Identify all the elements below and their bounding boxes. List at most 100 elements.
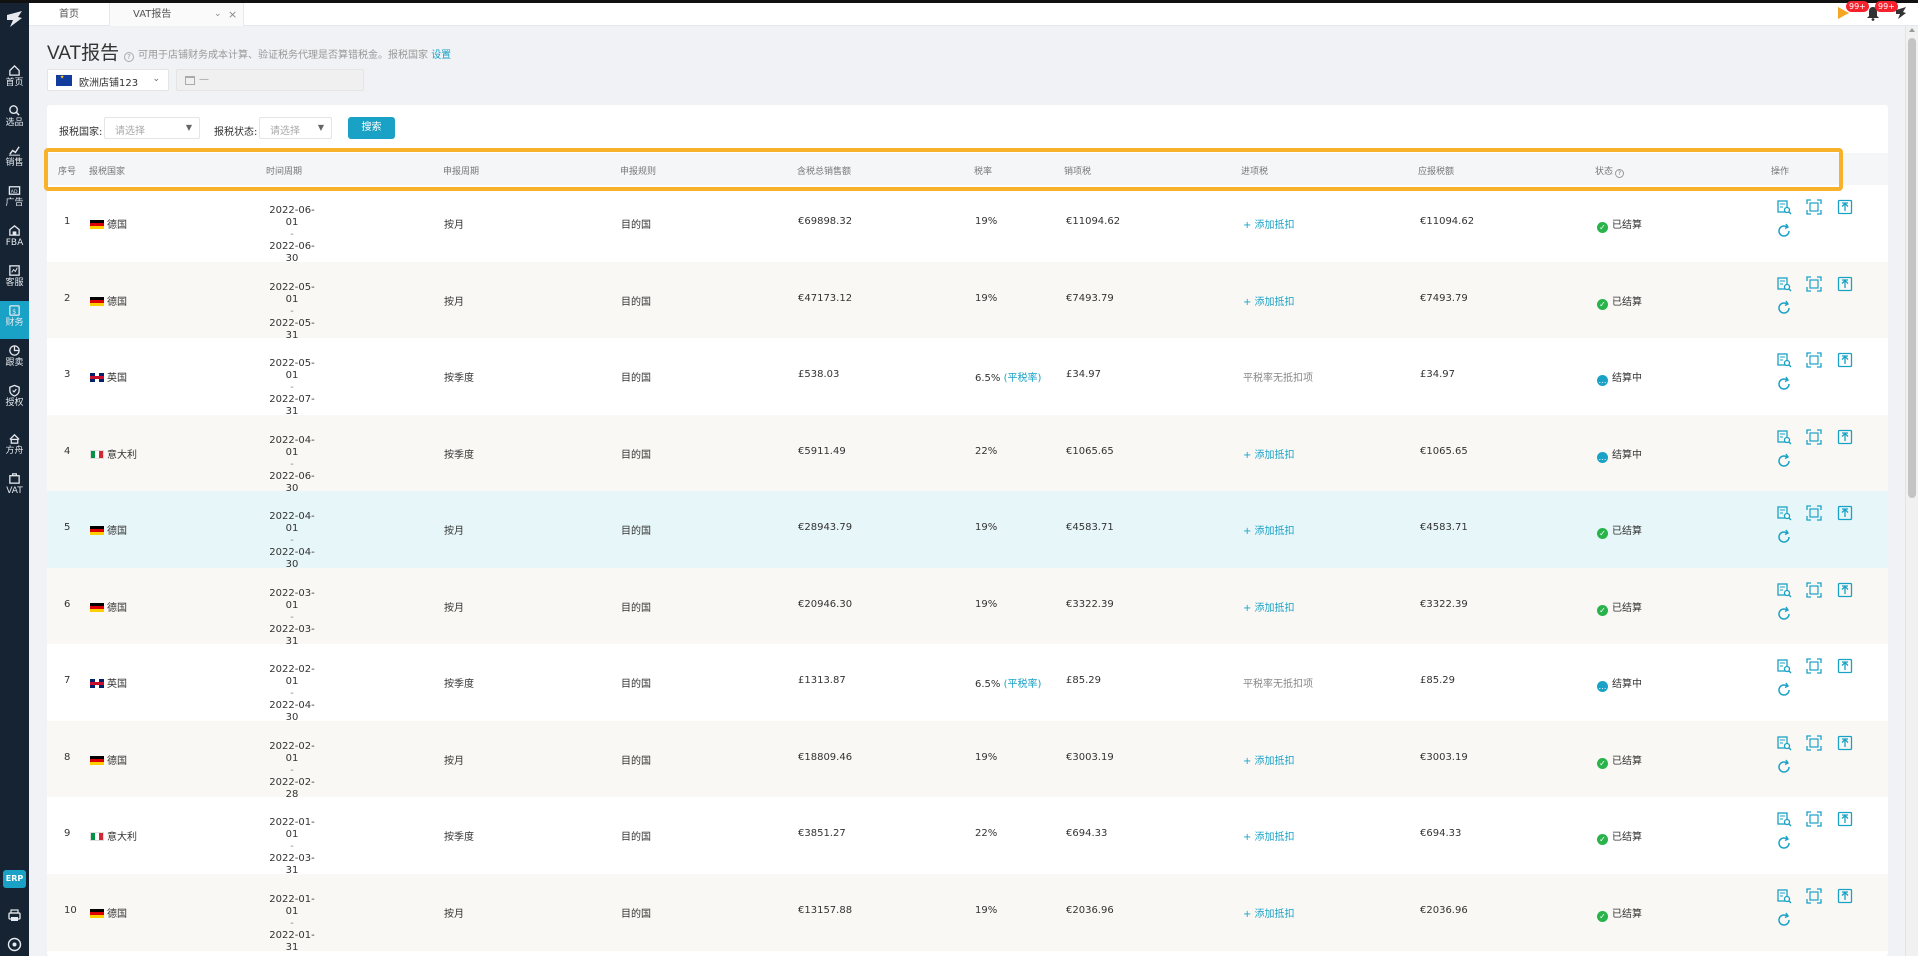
view-detail-icon[interactable] — [1776, 582, 1792, 598]
view-detail-icon[interactable] — [1776, 352, 1792, 368]
view-detail-icon[interactable] — [1776, 429, 1792, 445]
view-detail-icon[interactable] — [1776, 888, 1792, 904]
scan-icon[interactable] — [1806, 428, 1822, 445]
table-row[interactable]: 3 英国 2022-05-01-2022-07-31 按季度 目的国 £538.03 6.5… — [47, 338, 1888, 418]
upload-icon[interactable] — [1837, 199, 1853, 215]
sidebar-item-1[interactable]: 选品 — [0, 101, 29, 139]
view-detail-icon[interactable] — [1776, 658, 1792, 674]
sidebar-item-5[interactable]: 客服 — [0, 261, 29, 299]
scan-icon[interactable] — [1806, 734, 1822, 751]
flat-rate-link[interactable]: (平税率) — [1004, 373, 1042, 384]
scan-icon[interactable] — [1806, 352, 1822, 368]
sidebar-item-8[interactable]: 授权 — [0, 381, 29, 419]
add-deduction-link[interactable]: + 添加抵扣 — [1243, 752, 1295, 767]
scan-icon[interactable] — [1806, 658, 1822, 674]
sidebar-item-6[interactable]: $ 财务 — [0, 301, 29, 339]
table-row[interactable]: 4 意大利 2022-04-01-2022-06-30 按季度 目的国 €5911.49 2… — [47, 414, 1888, 494]
scan-icon[interactable] — [1806, 199, 1822, 215]
sidebar-item-3[interactable]: AD 广告 — [0, 181, 29, 219]
upload-icon[interactable] — [1837, 888, 1853, 904]
upload-icon[interactable] — [1837, 352, 1853, 368]
row-payable: €2036.96 — [1420, 904, 1468, 916]
scan-icon[interactable] — [1806, 811, 1822, 827]
erp-button[interactable]: ERP — [3, 870, 26, 888]
upload-icon[interactable] — [1837, 735, 1853, 751]
app-logo-icon[interactable] — [4, 9, 25, 29]
refresh-icon[interactable] — [1776, 529, 1792, 545]
add-deduction-link[interactable]: + 添加抵扣 — [1243, 828, 1295, 843]
upload-icon[interactable] — [1837, 276, 1853, 292]
table-row[interactable]: 10 德国 2022-01-01-2022-01-31 按月 目的国 €13157.88 1… — [47, 873, 1888, 953]
help-circle-icon[interactable]: ? — [1615, 169, 1625, 178]
refresh-icon[interactable] — [1776, 376, 1792, 392]
refresh-icon[interactable] — [1776, 606, 1792, 622]
refresh-icon[interactable] — [1776, 835, 1792, 851]
add-deduction-link[interactable]: + 添加抵扣 — [1243, 293, 1295, 308]
hint-settings-link[interactable]: 设置 — [431, 50, 451, 61]
tab-home[interactable]: 首页 — [29, 3, 109, 26]
tab-vat-report[interactable]: VAT报告 ⌄ × — [109, 3, 244, 26]
chevron-down-icon[interactable]: ⌄ — [214, 3, 222, 26]
row-sales: €13157.88 — [798, 904, 853, 916]
col-rate: 税率 — [974, 167, 993, 177]
refresh-icon[interactable] — [1776, 759, 1792, 775]
view-detail-icon[interactable] — [1776, 735, 1792, 751]
scan-icon[interactable] — [1806, 887, 1822, 904]
help-icon[interactable] — [7, 937, 22, 952]
table-row[interactable]: 9 意大利 2022-01-01-2022-03-31 按季度 目的国 €3851.27 2… — [47, 797, 1888, 876]
sidebar-item-4[interactable]: FBA — [0, 221, 29, 259]
country-filter-select[interactable]: 请选择 ▼ — [104, 117, 200, 139]
upload-icon[interactable] — [1837, 505, 1853, 521]
add-deduction-link[interactable]: + 添加抵扣 — [1243, 905, 1295, 920]
period-separator: - — [290, 764, 294, 776]
sidebar-item-10[interactable]: VAT — [0, 469, 29, 507]
view-detail-icon[interactable] — [1776, 811, 1792, 827]
upload-icon[interactable] — [1837, 582, 1853, 598]
sidebar-item-9[interactable]: 方舟 — [0, 429, 29, 467]
sidebar-item-7[interactable]: 跟卖 — [0, 341, 29, 379]
scan-icon[interactable] — [1806, 581, 1822, 598]
scroll-up-arrow-icon[interactable] — [1909, 28, 1915, 32]
page-scrollbar[interactable] — [1905, 26, 1918, 956]
row-country: 英国 — [90, 369, 127, 384]
table-row[interactable]: 1 德国 2022-06-01-2022-06-30 按月 目的国 €69898.32 19… — [47, 185, 1888, 264]
upload-icon[interactable] — [1837, 429, 1853, 445]
upload-icon[interactable] — [1837, 811, 1853, 827]
row-index: 8 — [64, 751, 71, 763]
table-row[interactable]: 2 德国 2022-05-01-2022-05-31 按月 目的国 €47173.12 19… — [47, 261, 1888, 341]
sidebar-item-label: FBA — [5, 238, 24, 248]
flat-rate-link[interactable]: (平税率) — [1004, 679, 1042, 690]
scan-icon[interactable] — [1806, 275, 1822, 292]
refresh-icon[interactable] — [1776, 300, 1792, 316]
add-deduction-link[interactable]: + 添加抵扣 — [1243, 446, 1295, 461]
sidebar-item-2[interactable]: 销售 — [0, 141, 29, 179]
close-icon[interactable]: × — [228, 3, 237, 26]
add-deduction-link[interactable]: + 添加抵扣 — [1243, 216, 1295, 231]
add-deduction-link[interactable]: + 添加抵扣 — [1243, 599, 1295, 614]
view-detail-icon[interactable] — [1776, 505, 1792, 521]
date-range-picker[interactable]: — — [176, 69, 364, 91]
sidebar-item-0[interactable]: 首页 — [0, 61, 29, 99]
home-icon — [9, 64, 20, 76]
row-period: 2022-05-01-2022-07-31 — [267, 358, 317, 418]
status-filter-select[interactable]: 请选择 ▼ — [259, 117, 332, 139]
scan-icon[interactable] — [1806, 505, 1822, 521]
table-row[interactable]: 8 德国 2022-02-01-2022-02-28 按月 目的国 €18809.46 19… — [47, 720, 1888, 800]
refresh-icon[interactable] — [1776, 223, 1792, 239]
add-deduction-link[interactable]: + 添加抵扣 — [1243, 522, 1295, 537]
refresh-icon[interactable] — [1776, 682, 1792, 698]
table-row[interactable]: 6 德国 2022-03-01-2022-03-31 按月 目的国 €20946.30 19… — [47, 567, 1888, 647]
store-select[interactable]: 欧洲店铺123 ⌄ — [47, 69, 169, 91]
upload-icon[interactable] — [1837, 658, 1853, 674]
row-country: 意大利 — [90, 446, 137, 461]
view-detail-icon[interactable] — [1776, 199, 1792, 215]
search-button[interactable]: 搜索 — [348, 117, 395, 139]
printer-icon[interactable] — [7, 908, 22, 923]
scrollbar-thumb[interactable] — [1908, 38, 1916, 498]
view-detail-icon[interactable] — [1776, 276, 1792, 292]
table-row[interactable]: 5 德国 2022-04-01-2022-04-30 按月 目的国 €28943.79 19… — [47, 491, 1888, 570]
refresh-icon[interactable] — [1776, 912, 1792, 928]
user-avatar-icon[interactable] — [1893, 5, 1909, 21]
table-row[interactable]: 7 英国 2022-02-01-2022-04-30 按季度 目的国 £1313.87 6.… — [47, 644, 1888, 723]
refresh-icon[interactable] — [1776, 453, 1792, 469]
